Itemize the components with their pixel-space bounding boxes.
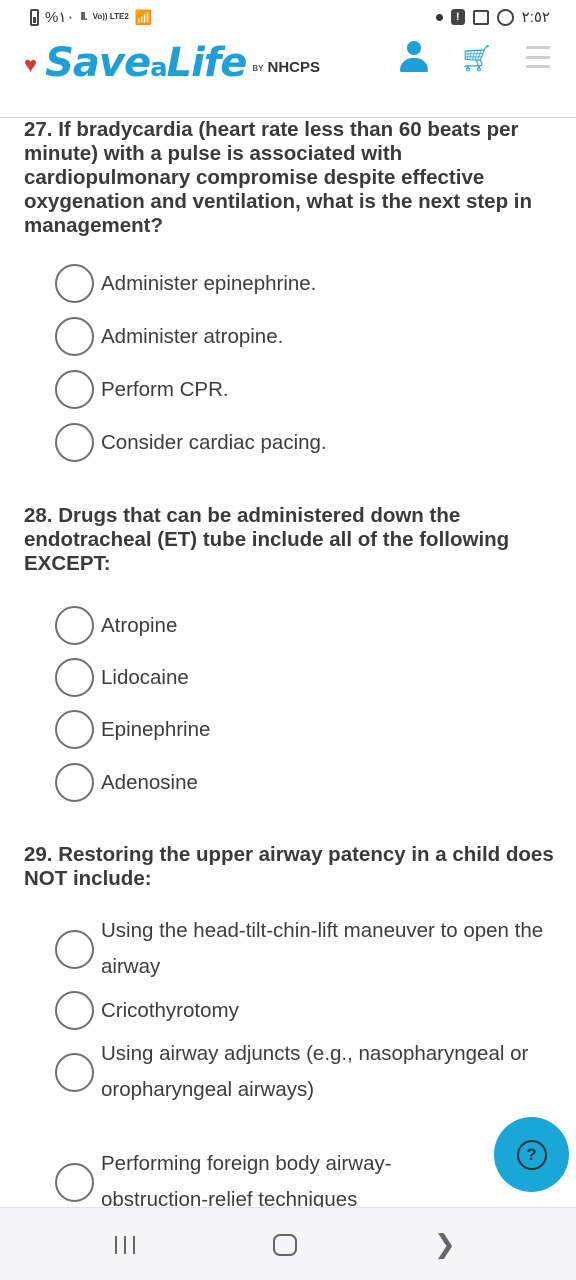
option-q27-c[interactable]: Perform CPR. — [55, 370, 545, 409]
clock: ٢:٥٢ — [521, 9, 550, 26]
option-q27-b[interactable]: Administer atropine. — [55, 317, 545, 356]
radio-button[interactable] — [55, 264, 94, 303]
radio-button[interactable] — [55, 423, 94, 462]
question-27: 27. If bradycardia (heart rate less than… — [24, 118, 533, 237]
notification-dot-icon — [435, 13, 443, 21]
question-28: 28. Drugs that can be administered down … — [24, 504, 510, 575]
gallery-icon — [472, 9, 489, 25]
radio-button[interactable] — [55, 1162, 94, 1202]
partner-label: NHCPS — [267, 58, 320, 76]
status-bar: %١٠ ll. Vo)) LTE2 📶 ! ٢:٥٢ — [0, 0, 576, 38]
help-button[interactable]: ? — [494, 1117, 569, 1192]
option-label: Cricothyrotomy — [101, 998, 239, 1022]
option-q29-c[interactable]: Using airway adjuncts (e.g., nasopharyng… — [55, 1036, 545, 1108]
brand-logo[interactable]: ♥ SaveaLife BY NHCPS — [24, 40, 320, 86]
user-body — [400, 58, 428, 72]
option-label: Consider cardiac pacing. — [101, 430, 327, 454]
hamburger-menu-icon[interactable] — [526, 46, 550, 68]
home-icon[interactable] — [273, 1234, 297, 1256]
option-q29-a[interactable]: Using the head-tilt-chin-lift maneuver t… — [55, 913, 545, 985]
heart-icon: ♥ — [24, 52, 38, 77]
radio-button[interactable] — [55, 317, 94, 356]
option-label: Administer epinephrine. — [101, 271, 317, 295]
recent-apps-icon[interactable] — [115, 1236, 135, 1254]
network-label: Vo)) LTE2 — [92, 12, 129, 21]
brand-wordmark: SaveaLife — [45, 40, 248, 86]
battery-percent: %١٠ — [45, 9, 75, 26]
radio-button[interactable] — [55, 710, 94, 749]
option-q28-c[interactable]: Epinephrine — [55, 710, 545, 749]
status-right: ! ٢:٥٢ — [435, 8, 550, 26]
option-q28-b[interactable]: Lidocaine — [55, 658, 545, 697]
app-header: ♥ SaveaLife BY NHCPS 🛒︎ — [0, 38, 576, 118]
brand-life: Life — [166, 40, 248, 86]
by-label: BY — [252, 63, 264, 73]
help-icon: ? — [516, 1139, 547, 1170]
user-head — [407, 41, 421, 55]
option-label: Atropine — [101, 613, 178, 637]
option-label: Using the head-tilt-chin-lift maneuver t… — [101, 919, 544, 978]
radio-button[interactable] — [55, 929, 94, 969]
user-account-icon[interactable] — [400, 41, 428, 75]
option-q27-a[interactable]: Administer epinephrine. — [55, 264, 545, 303]
wifi-icon: 📶 — [134, 8, 153, 25]
option-label: Lidocaine — [101, 665, 189, 689]
option-q29-b[interactable]: Cricothyrotomy — [55, 991, 545, 1030]
option-label: Administer atropine. — [101, 324, 284, 348]
battery-icon — [30, 8, 39, 26]
alert-icon: ! — [450, 9, 465, 25]
status-left: %١٠ ll. Vo)) LTE2 📶 — [30, 8, 152, 26]
brand-a: a — [150, 53, 168, 83]
system-nav-bar: ❯ — [0, 1207, 576, 1280]
cart-icon[interactable]: 🛒︎ — [460, 43, 493, 74]
back-icon[interactable]: ❯ — [434, 1230, 456, 1260]
signal-icon: ll. — [80, 11, 87, 23]
option-label: Epinephrine — [101, 717, 211, 741]
option-label: Perform CPR. — [101, 377, 229, 401]
whatsapp-icon — [496, 8, 514, 26]
brand-save: Save — [45, 40, 151, 86]
radio-button[interactable] — [55, 1052, 94, 1092]
radio-button[interactable] — [55, 606, 94, 645]
radio-button[interactable] — [55, 991, 94, 1030]
question-29: 29. Restoring the upper airway patency i… — [24, 843, 554, 890]
option-label: Using airway adjuncts (e.g., nasopharyng… — [101, 1042, 529, 1101]
option-q27-d[interactable]: Consider cardiac pacing. — [55, 423, 545, 462]
option-q28-d[interactable]: Adenosine — [55, 763, 545, 802]
radio-button[interactable] — [55, 658, 94, 697]
option-label: Adenosine — [101, 770, 198, 794]
radio-button[interactable] — [55, 763, 94, 802]
option-q28-a[interactable]: Atropine — [55, 606, 545, 645]
radio-button[interactable] — [55, 370, 94, 409]
